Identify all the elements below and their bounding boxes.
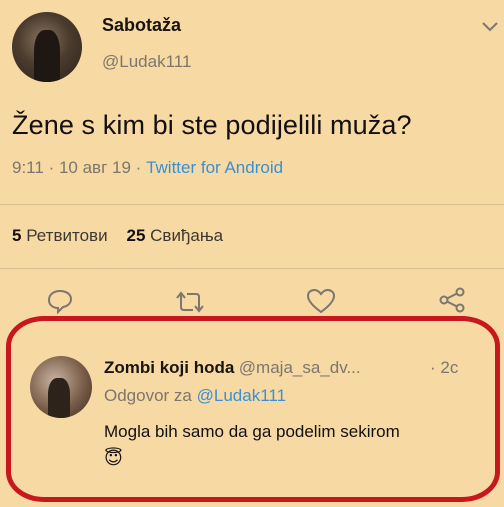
divider (0, 268, 504, 269)
replying-to-prefix: Odgovor za (104, 386, 192, 405)
author-name[interactable]: Sabotaža (102, 15, 181, 36)
retweets-label: Ретвитови (26, 226, 108, 245)
halo-smile-emoji: 😇 (104, 448, 123, 468)
reply-author-name[interactable]: Zombi koji hoda (104, 358, 234, 377)
reply-author-handle[interactable]: @maja_sa_dv... (239, 358, 361, 377)
comment-icon[interactable] (46, 288, 74, 314)
tweet-text: Žene s kim bi ste podijelili muža? (12, 110, 412, 140)
replying-to-line: Odgovor za @Ludak111 (104, 386, 286, 406)
reply-text: Mogla bih samo da ga podelim sekirom (104, 422, 400, 441)
tweet-time: 9:11 (12, 158, 44, 177)
likes-stat[interactable]: 25 Свиђања (126, 226, 223, 245)
chevron-down-icon[interactable] (480, 20, 500, 34)
reply-time: · 2c (430, 358, 458, 378)
separator: · (430, 358, 436, 377)
reply-time-value: 2c (440, 358, 459, 377)
author-handle[interactable]: @Ludak111 (102, 52, 191, 72)
separator: · (48, 158, 55, 177)
tweet-stats: 5 Ретвитови 25 Свиђања (12, 226, 223, 246)
likes-label: Свиђања (150, 226, 224, 245)
retweet-icon[interactable] (174, 290, 206, 314)
share-icon[interactable] (438, 286, 466, 314)
author-avatar[interactable] (12, 12, 82, 82)
tweet-source-link[interactable]: Twitter for Android (146, 158, 283, 177)
retweets-stat[interactable]: 5 Ретвитови (12, 226, 112, 245)
likes-count: 25 (126, 226, 146, 245)
separator: · (135, 158, 142, 177)
heart-icon[interactable] (306, 288, 336, 314)
divider (0, 204, 504, 205)
retweets-count: 5 (12, 226, 22, 245)
reply-avatar[interactable] (30, 356, 92, 418)
tweet-meta: 9:11 · 10 авг 19 · Twitter for Android (12, 158, 283, 178)
replying-to-link[interactable]: @Ludak111 (197, 386, 286, 405)
tweet-date: 10 авг 19 (58, 158, 131, 177)
